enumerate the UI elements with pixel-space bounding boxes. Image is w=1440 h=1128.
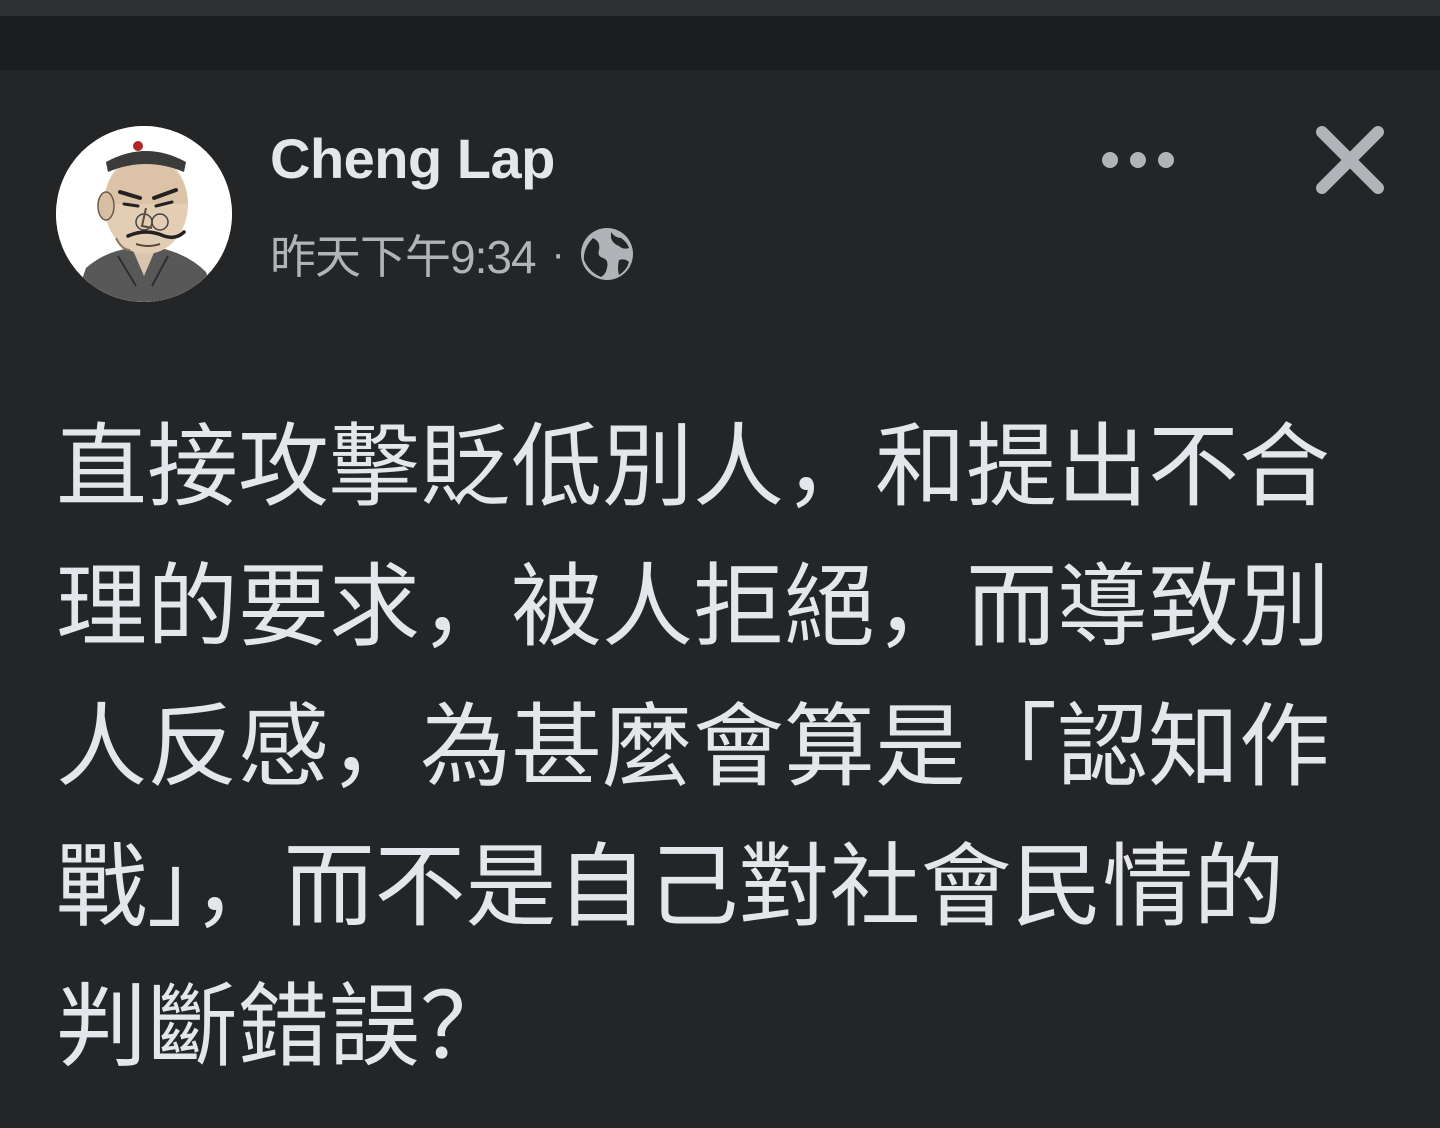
meta-separator: · bbox=[551, 231, 565, 276]
more-options-button[interactable] bbox=[1098, 138, 1178, 182]
close-icon bbox=[1316, 126, 1384, 194]
more-options-icon bbox=[1102, 152, 1174, 168]
top-bar-edge bbox=[0, 0, 1440, 16]
post-meta: 昨天下午9:34 · bbox=[270, 222, 635, 286]
author-name[interactable]: Cheng Lap bbox=[270, 126, 555, 191]
author-avatar[interactable] bbox=[56, 126, 232, 302]
post-timestamp[interactable]: 昨天下午9:34 bbox=[270, 221, 537, 287]
globe-icon[interactable] bbox=[579, 226, 635, 282]
avatar-illustration bbox=[56, 126, 232, 302]
top-bar bbox=[0, 0, 1440, 70]
post-body-text: 直接攻擊貶低別人，和提出不合理的要求，被人拒絕，而導致別人反感，為甚麼會算是「認… bbox=[56, 415, 1331, 1080]
close-button[interactable] bbox=[1308, 118, 1392, 202]
